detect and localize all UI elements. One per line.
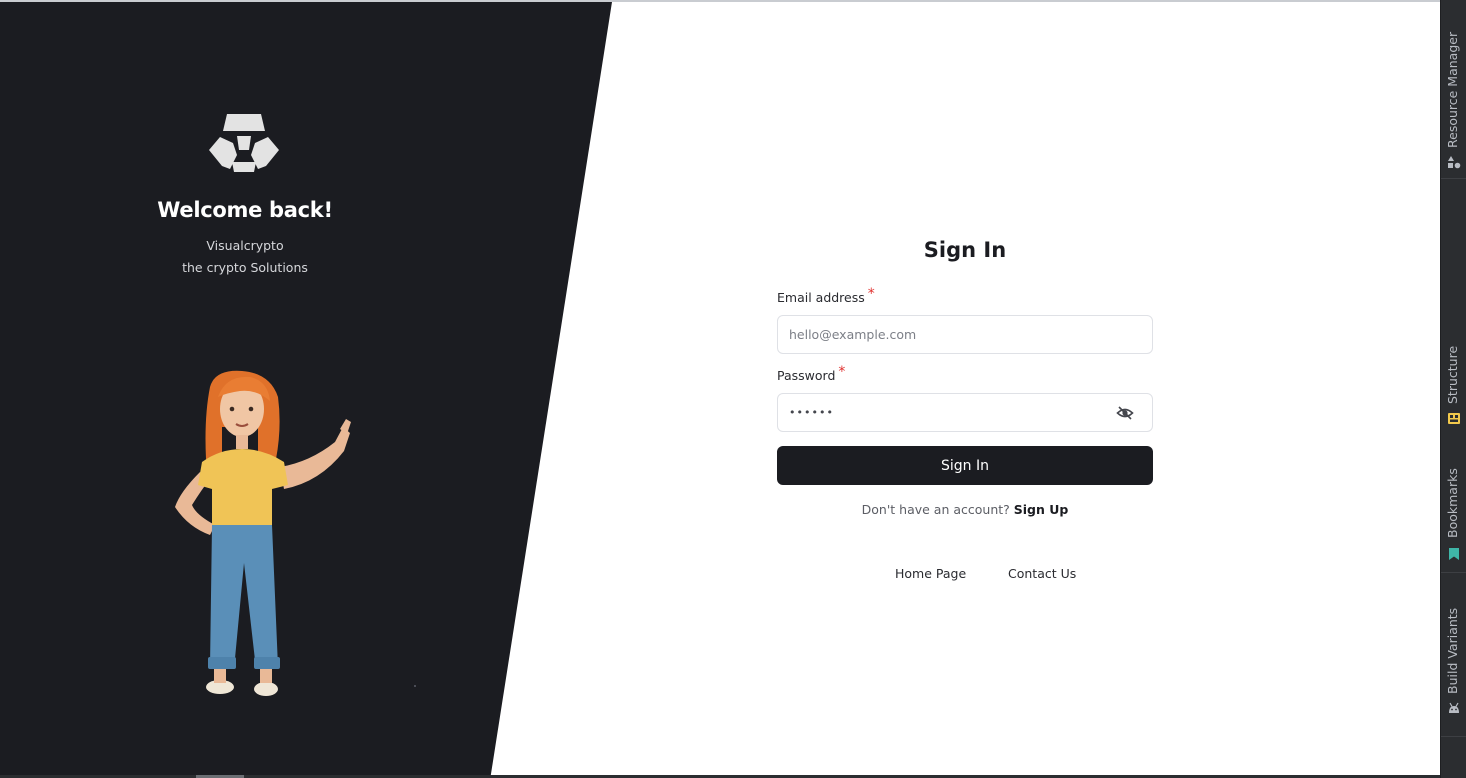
tab-structure[interactable]: Structure bbox=[1441, 330, 1466, 430]
tab-resource-manager[interactable]: Resource Manager bbox=[1441, 8, 1466, 174]
home-page-link[interactable]: Home Page bbox=[895, 566, 966, 581]
email-field[interactable] bbox=[789, 316, 1109, 353]
password-field-box bbox=[777, 393, 1153, 432]
no-account-text: Don't have an account? bbox=[861, 502, 1010, 517]
signup-prompt: Don't have an account? Sign Up bbox=[777, 502, 1153, 517]
window-top-border bbox=[0, 0, 1440, 2]
ide-tool-window-bar: Resource Manager Structure Bookmarks Bui… bbox=[1440, 0, 1466, 778]
brand-tagline: the crypto Solutions bbox=[182, 260, 308, 275]
divider bbox=[1441, 572, 1466, 573]
bookmark-icon bbox=[1447, 546, 1461, 560]
sign-in-page: Welcome back! Visualcrypto the crypto So… bbox=[0, 0, 1440, 778]
password-label-text: Password bbox=[777, 368, 836, 383]
girl-illustration bbox=[160, 367, 370, 717]
tab-label: Resource Manager bbox=[1445, 31, 1460, 148]
decor-dot bbox=[414, 685, 416, 687]
email-field-box bbox=[777, 315, 1153, 354]
sign-in-button[interactable]: Sign In bbox=[777, 446, 1153, 485]
sign-up-link[interactable]: Sign Up bbox=[1014, 502, 1069, 517]
form-title: Sign In bbox=[923, 238, 1007, 262]
resource-manager-icon bbox=[1447, 154, 1461, 169]
email-label-text: Email address bbox=[777, 290, 865, 305]
brand-panel: Welcome back! Visualcrypto the crypto So… bbox=[0, 2, 612, 775]
tab-build-variants[interactable]: Build Variants bbox=[1441, 590, 1466, 720]
tab-label: Bookmarks bbox=[1445, 468, 1460, 538]
required-mark: * bbox=[838, 364, 846, 380]
divider bbox=[1441, 178, 1466, 179]
contact-us-link[interactable]: Contact Us bbox=[1008, 566, 1076, 581]
crypto-logo-icon bbox=[205, 114, 283, 176]
password-field[interactable] bbox=[789, 394, 1109, 431]
tab-label: Structure bbox=[1445, 345, 1460, 404]
welcome-heading: Welcome back! bbox=[157, 198, 333, 222]
structure-icon bbox=[1447, 410, 1461, 424]
divider bbox=[1441, 736, 1466, 737]
required-mark: * bbox=[867, 286, 875, 302]
password-label: Password * bbox=[777, 364, 845, 384]
eye-off-icon[interactable] bbox=[1116, 405, 1134, 421]
tab-bookmarks[interactable]: Bookmarks bbox=[1441, 452, 1466, 568]
brand-name: Visualcrypto bbox=[206, 238, 284, 253]
tab-label: Build Variants bbox=[1445, 607, 1460, 694]
android-icon bbox=[1447, 700, 1461, 714]
email-label: Email address * bbox=[777, 286, 875, 306]
